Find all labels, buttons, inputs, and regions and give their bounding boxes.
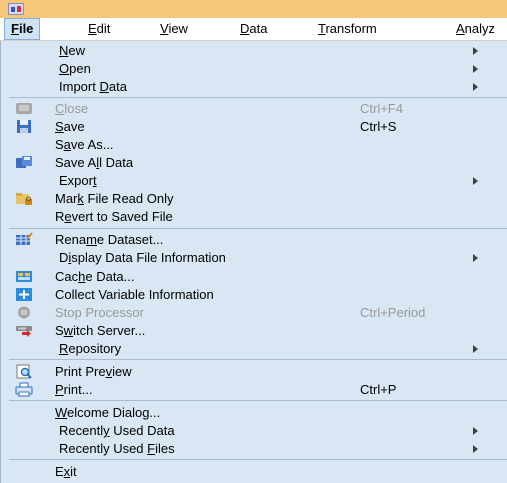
menu-file[interactable]: File <box>4 18 41 40</box>
title-bar <box>0 0 507 18</box>
menu-item-label: Recently Used Files <box>59 441 175 456</box>
menu-edit-label: dit <box>96 21 111 36</box>
menu-item-label: Import Data <box>59 79 127 94</box>
submenu-arrow-icon <box>473 47 478 55</box>
menu-view[interactable]: View <box>160 18 188 40</box>
menu-transform[interactable]: Transform <box>318 18 377 40</box>
menu-bar: File Edit View Data Transform Analyz <box>0 18 507 41</box>
menu-item-stop-processor[interactable]: Stop Processor Ctrl+Period <box>1 303 507 322</box>
menu-separator <box>9 359 507 360</box>
close-window-icon <box>15 101 33 116</box>
menu-item-rename-dataset[interactable]: Rename Dataset... <box>1 230 507 249</box>
menu-item-label: Rename Dataset... <box>55 232 164 247</box>
menu-item-open[interactable]: Open <box>1 59 507 78</box>
menu-item-import-data[interactable]: Import Data <box>1 77 507 96</box>
menu-item-label: Welcome Dialog... <box>55 405 161 420</box>
menu-item-label: Display Data File Information <box>59 250 226 265</box>
app-icon[interactable] <box>8 3 24 15</box>
save-all-icon <box>15 155 33 170</box>
submenu-arrow-icon <box>473 177 478 185</box>
menu-item-label: Switch Server... <box>55 323 146 338</box>
menu-item-label: Export <box>59 173 97 188</box>
menu-item-label: Print Preview <box>55 364 132 379</box>
menu-item-label: Collect Variable Information <box>55 287 214 302</box>
menu-item-exit[interactable]: Exit <box>1 462 507 481</box>
menu-item-label: Exit <box>55 464 77 479</box>
menu-file-label: ile <box>18 21 34 36</box>
submenu-arrow-icon <box>473 65 478 73</box>
menu-item-label: Stop Processor <box>55 305 144 320</box>
submenu-arrow-icon <box>473 345 478 353</box>
menu-item-mark-read-only[interactable]: Mark File Read Only <box>1 189 507 208</box>
menu-item-label: Cache Data... <box>55 269 135 284</box>
cache-data-icon <box>15 269 33 284</box>
menu-item-label: Recently Used Data <box>59 423 175 438</box>
menu-separator <box>9 97 507 98</box>
menu-item-new[interactable]: New <box>1 41 507 60</box>
file-menu-dropdown: New Open Import Data Close Ctrl+F4 Save … <box>0 41 507 483</box>
menu-item-cache-data[interactable]: Cache Data... <box>1 267 507 286</box>
menu-item-label: Open <box>59 61 91 76</box>
menu-item-label: New <box>59 43 86 58</box>
stop-processor-icon <box>15 305 33 320</box>
floppy-disk-icon <box>15 119 33 134</box>
menu-separator <box>9 459 507 460</box>
menu-item-welcome-dialog[interactable]: Welcome Dialog... <box>1 403 507 422</box>
menu-item-label: Revert to Saved File <box>55 209 173 224</box>
menu-separator <box>9 228 507 229</box>
menu-separator <box>9 400 507 401</box>
menu-item-label: Close <box>55 101 89 116</box>
shortcut-label: Ctrl+S <box>360 119 397 134</box>
rename-dataset-icon <box>15 232 33 247</box>
print-preview-icon <box>15 364 33 379</box>
menu-data-label: ata <box>249 21 268 36</box>
menu-file-mnemonic: F <box>11 21 19 36</box>
lock-folder-icon <box>15 191 33 206</box>
menu-item-label: Save <box>55 119 85 134</box>
menu-analyze-label: nalyz <box>464 21 496 36</box>
menu-transform-label: ransform <box>325 21 377 36</box>
shortcut-label: Ctrl+F4 <box>360 101 403 116</box>
menu-item-label: Mark File Read Only <box>55 191 174 206</box>
menu-view-label: iew <box>168 21 188 36</box>
menu-data-mnemonic: D <box>240 21 250 36</box>
menu-item-revert[interactable]: Revert to Saved File <box>1 207 507 226</box>
switch-server-icon <box>15 323 33 338</box>
menu-analyze[interactable]: Analyz <box>456 18 495 40</box>
menu-item-label: Save All Data <box>55 155 134 170</box>
menu-item-save-as[interactable]: Save As... <box>1 135 507 154</box>
menu-item-repository[interactable]: Repository <box>1 339 507 358</box>
menu-item-switch-server[interactable]: Switch Server... <box>1 321 507 340</box>
submenu-arrow-icon <box>473 254 478 262</box>
menu-item-recently-used-data[interactable]: Recently Used Data <box>1 421 507 440</box>
submenu-arrow-icon <box>473 427 478 435</box>
submenu-arrow-icon <box>473 83 478 91</box>
printer-icon <box>15 382 33 397</box>
menu-item-close[interactable]: Close Ctrl+F4 <box>1 99 507 118</box>
submenu-arrow-icon <box>473 445 478 453</box>
shortcut-label: Ctrl+Period <box>360 305 426 320</box>
menu-edit[interactable]: Edit <box>88 18 110 40</box>
menu-item-save-all-data[interactable]: Save All Data <box>1 153 507 172</box>
menu-item-display-file-info[interactable]: Display Data File Information <box>1 248 507 267</box>
menu-item-save[interactable]: Save Ctrl+S <box>1 117 507 136</box>
shortcut-label: Ctrl+P <box>360 382 397 397</box>
collect-info-icon <box>15 287 33 302</box>
menu-item-label: Save As... <box>55 137 114 152</box>
menu-item-collect-variable-info[interactable]: Collect Variable Information <box>1 285 507 304</box>
menu-item-export[interactable]: Export <box>1 171 507 190</box>
menu-item-print-preview[interactable]: Print Preview <box>1 362 507 381</box>
menu-edit-mnemonic: E <box>88 21 97 36</box>
menu-item-recently-used-files[interactable]: Recently Used Files <box>1 439 507 458</box>
menu-analyze-mnemonic: A <box>456 21 465 36</box>
menu-data[interactable]: Data <box>240 18 267 40</box>
menu-item-label: Print... <box>55 382 93 397</box>
menu-item-print[interactable]: Print... Ctrl+P <box>1 380 507 399</box>
menu-item-label: Repository <box>59 341 122 356</box>
